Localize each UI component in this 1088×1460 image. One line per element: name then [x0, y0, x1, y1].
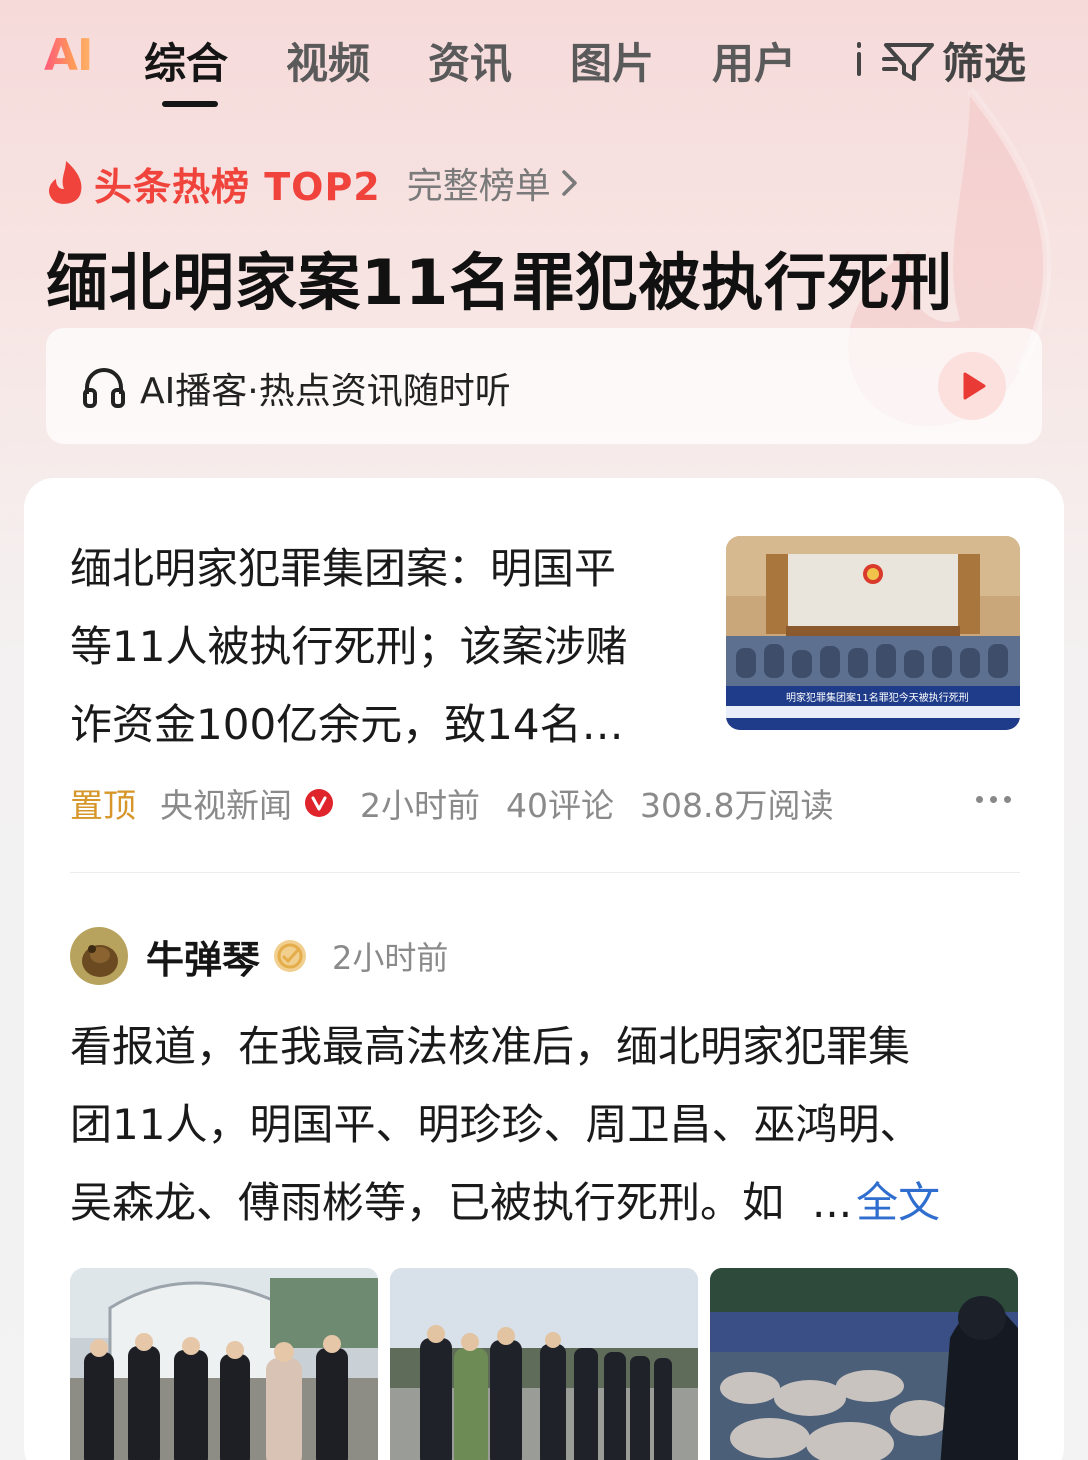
- news-comments: 40评论: [506, 786, 614, 825]
- hot-rank-label: 头条热榜 TOP2: [94, 164, 381, 209]
- certified-badge-icon: [274, 940, 307, 972]
- filter-icon: [882, 42, 934, 81]
- more-options-icon[interactable]: [976, 796, 1011, 803]
- headphones-icon: [83, 367, 125, 408]
- divider: [70, 872, 1020, 873]
- active-tab-indicator: [162, 101, 218, 107]
- tab-news[interactable]: 资讯: [428, 30, 512, 91]
- post-photo[interactable]: [710, 1268, 1018, 1460]
- tab-images[interactable]: 图片: [570, 30, 654, 91]
- filter-button[interactable]: 筛选: [882, 30, 1026, 91]
- post-line-last: 吴森龙、傅雨彬等，已被执行死刑。如 ...全文: [70, 1164, 1020, 1242]
- hot-list-link[interactable]: 头条热榜 TOP2 完整榜单: [46, 157, 579, 209]
- post-photos: [70, 1268, 1018, 1460]
- news-reads: 308.8万阅读: [640, 786, 834, 825]
- avatar[interactable]: [70, 927, 128, 985]
- news-meta: 置顶 央视新闻 2小时前 40评论 308.8万阅读: [70, 778, 833, 828]
- thumbnail-caption: 明家犯罪集团案11名罪犯今天被执行死刑: [786, 691, 969, 704]
- ai-podcast-bar[interactable]: AI播客·热点资讯随时听: [46, 328, 1042, 444]
- play-icon: [963, 372, 986, 400]
- courtroom-image: 明家犯罪集团案11名罪犯今天被执行死刑: [726, 536, 1020, 730]
- news-title-line: 等11人被执行死刑；该案涉赌: [70, 622, 628, 671]
- chevron-right-icon: [562, 170, 577, 196]
- tab-video[interactable]: 视频: [286, 30, 370, 91]
- post-username[interactable]: 牛弹琴: [146, 929, 260, 984]
- news-title[interactable]: 缅北明家犯罪集团案：明国平 等11人被执行死刑；该案涉赌 诈资金100亿余元，致…: [70, 530, 690, 764]
- post-line: 团11人，明国平、明珍珍、周卫昌、巫鸿明、: [70, 1100, 922, 1149]
- news-source[interactable]: 央视新闻: [160, 779, 292, 827]
- full-text-link[interactable]: 全文: [856, 1178, 940, 1227]
- news-time: 2小时前: [360, 786, 480, 825]
- pinned-tag: 置顶: [70, 786, 136, 825]
- results-card: 缅北明家犯罪集团案：明国平 等11人被执行死刑；该案涉赌 诈资金100亿余元，致…: [24, 478, 1064, 1460]
- tab-users[interactable]: 用户: [712, 30, 796, 91]
- post-photo[interactable]: [70, 1268, 378, 1460]
- news-thumbnail[interactable]: 明家犯罪集团案11名罪犯今天被执行死刑: [726, 536, 1020, 730]
- hot-topic-title[interactable]: 缅北明家案11名罪犯被执行死刑: [46, 232, 953, 322]
- post-line: 看报道，在我最高法核准后，缅北明家犯罪集: [70, 1022, 911, 1071]
- podcast-label: AI播客·热点资讯随时听: [140, 371, 511, 412]
- news-title-line: 诈资金100亿余元，致14名…: [70, 700, 624, 749]
- fire-icon: [49, 161, 82, 204]
- post-header: 牛弹琴 2小时前: [70, 926, 448, 986]
- post-line-text: 吴森龙、傅雨彬等，已被执行死刑。如: [70, 1178, 785, 1227]
- verified-badge-icon: [305, 789, 333, 817]
- tab-ai[interactable]: AI: [44, 30, 93, 81]
- more-tabs-icon[interactable]: [854, 38, 864, 78]
- post-body[interactable]: 看报道，在我最高法核准后，缅北明家犯罪集 团11人，明国平、明珍珍、周卫昌、巫鸿…: [70, 1008, 1020, 1242]
- filter-label: 筛选: [942, 39, 1027, 88]
- full-list-link[interactable]: 完整榜单: [407, 157, 551, 209]
- tab-comprehensive[interactable]: 综合: [144, 30, 228, 91]
- news-title-line: 缅北明家犯罪集团案：明国平: [70, 544, 617, 593]
- top-tab-bar: AI 综合 视频 资讯 图片 用户 筛选: [0, 0, 1088, 120]
- podcast-play-button[interactable]: [938, 352, 1006, 420]
- post-ellipsis: ...: [812, 1178, 853, 1227]
- post-time: 2小时前: [332, 939, 449, 977]
- post-photo[interactable]: [390, 1268, 698, 1460]
